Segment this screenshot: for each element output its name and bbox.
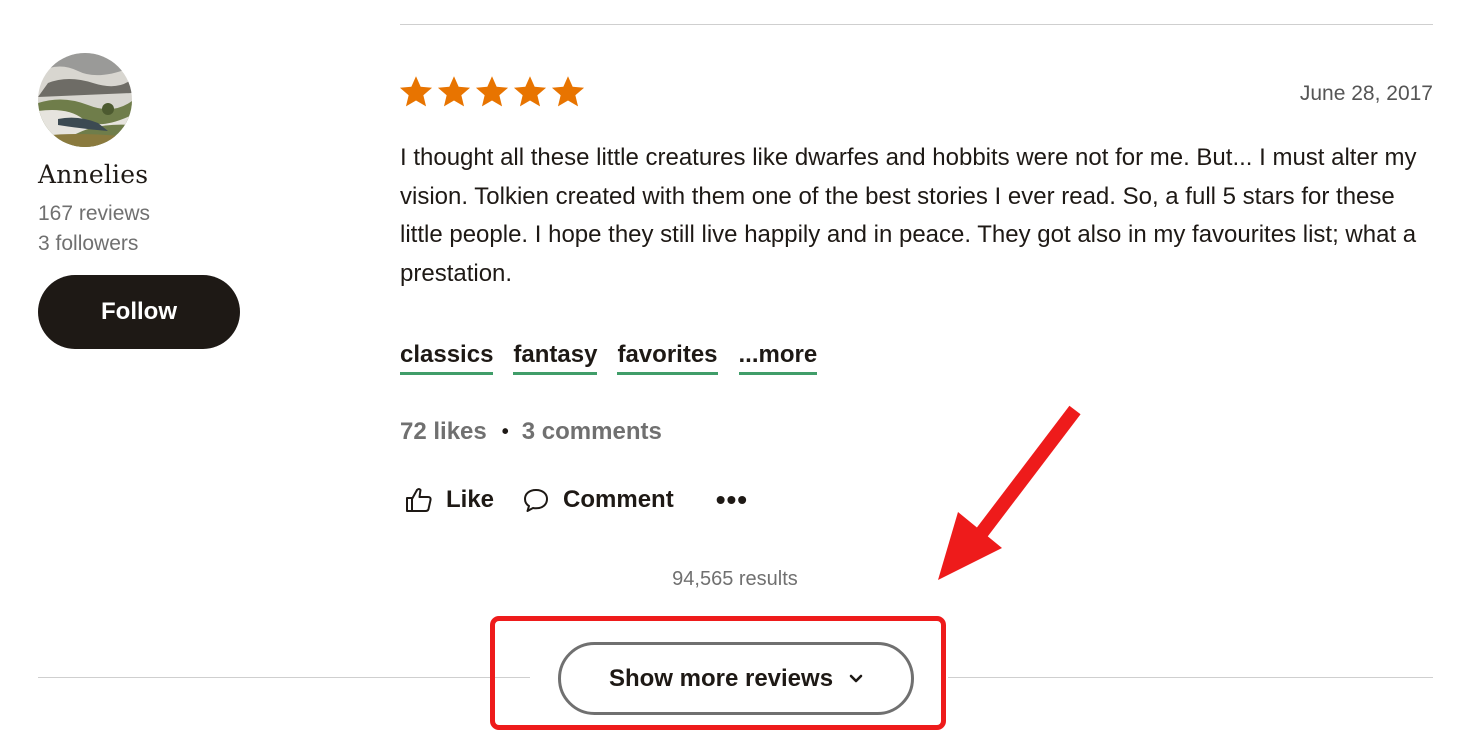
separator-dot: • xyxy=(501,420,509,443)
like-button[interactable]: Like xyxy=(405,486,494,514)
thumbs-up-icon xyxy=(405,487,446,513)
star-icon xyxy=(474,74,510,110)
comment-bubble-icon xyxy=(522,487,563,513)
follow-button[interactable]: Follow xyxy=(38,275,240,349)
likes-count[interactable]: 72 likes xyxy=(400,418,487,446)
annotation-highlight-box xyxy=(490,616,946,730)
tags-more-link[interactable]: ...more xyxy=(738,341,818,375)
shelf-tags: classics fantasy favorites ...more xyxy=(400,341,818,375)
avatar[interactable] xyxy=(38,53,132,147)
divider-right xyxy=(948,677,1433,678)
star-icon xyxy=(512,74,548,110)
like-label: Like xyxy=(446,486,495,513)
star-icon xyxy=(436,74,472,110)
tag-favorites[interactable]: favorites xyxy=(617,341,718,375)
review-actions: Like Comment ••• xyxy=(405,486,748,514)
comment-button[interactable]: Comment xyxy=(522,486,674,514)
star-icon xyxy=(550,74,586,110)
tag-fantasy[interactable]: fantasy xyxy=(513,341,598,375)
review-date[interactable]: June 28, 2017 xyxy=(1300,82,1433,106)
reviewer-name[interactable]: Annelies xyxy=(38,160,148,189)
comment-label: Comment xyxy=(563,486,674,513)
divider-left xyxy=(38,677,530,678)
comments-count[interactable]: 3 comments xyxy=(522,418,662,446)
star-rating xyxy=(398,74,586,110)
social-stats: 72 likes • 3 comments xyxy=(400,418,662,446)
annotation-arrow-icon xyxy=(930,400,1090,595)
top-divider xyxy=(400,24,1433,25)
reviewer-reviews-count: 167 reviews xyxy=(38,202,151,225)
results-count: 94,565 results xyxy=(672,568,798,590)
review-text: I thought all these little creatures lik… xyxy=(400,144,1417,287)
star-icon xyxy=(398,74,434,110)
tag-classics[interactable]: classics xyxy=(400,341,494,375)
more-options-icon[interactable]: ••• xyxy=(716,486,748,514)
reviewer-followers-count: 3 followers xyxy=(38,232,139,255)
